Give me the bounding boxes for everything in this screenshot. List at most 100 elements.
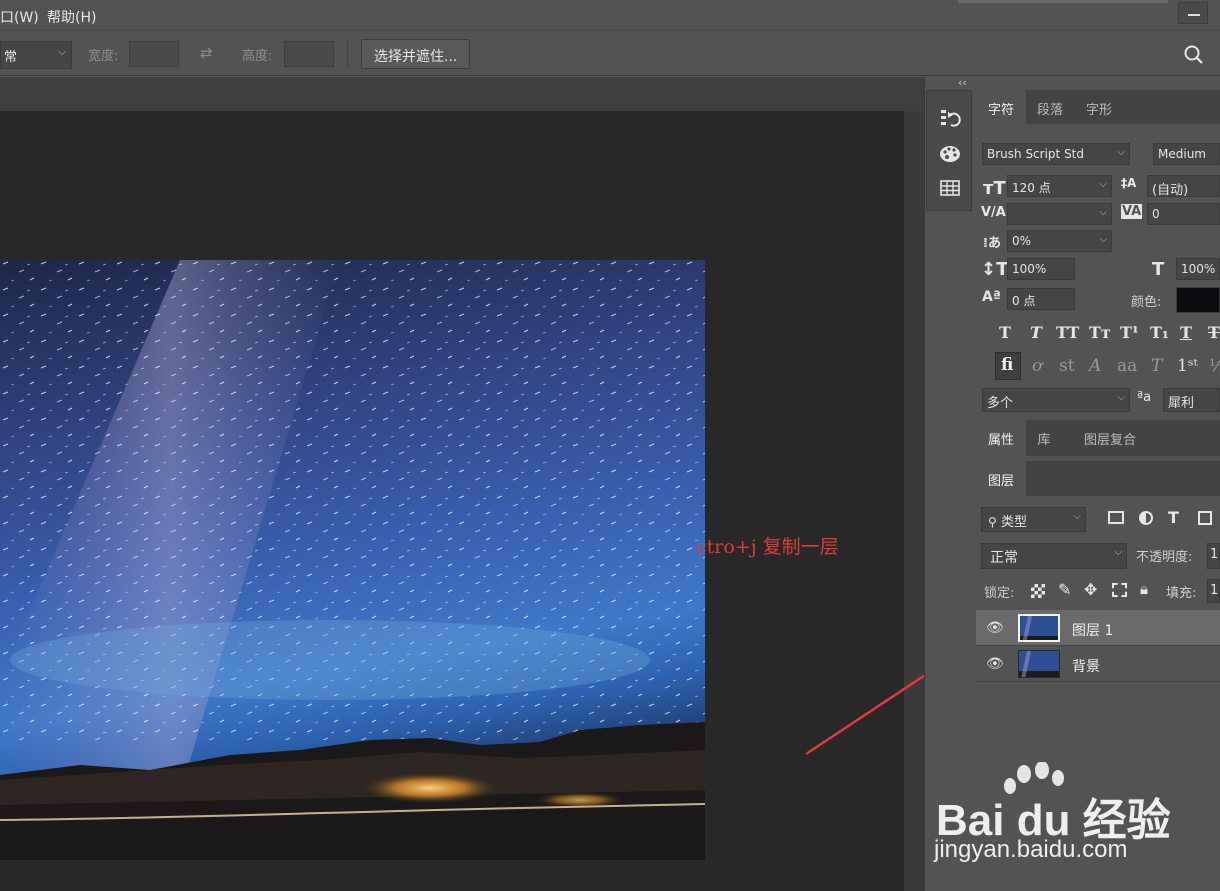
color-label: 颜色: [1131,295,1162,310]
tsume-field[interactable]: 0% ⌵ [1007,230,1112,252]
kerning-field[interactable]: ⌵ [1007,203,1112,225]
menu-help[interactable]: 帮助(H) [47,7,96,27]
lock-image-pixels-icon[interactable]: ✎ [1058,580,1071,599]
opacity-label: 不透明度: [1136,550,1193,565]
tracking-icon: VA [1121,204,1143,219]
baseline-shift-field[interactable]: 0 点 [1007,288,1075,310]
search-icon[interactable] [1184,45,1204,65]
horizontal-scale-value: 100% [1181,262,1216,276]
font-style-select[interactable]: Medium [1153,143,1220,165]
blend-mode-value: 正常 [990,550,1018,566]
style-select[interactable]: 常 ⌵ [0,41,72,69]
layer-row[interactable]: 👁︎ 背景 [976,646,1220,682]
vertical-scale-field[interactable]: 100% [1007,258,1075,280]
lock-artboard-icon[interactable] [1112,583,1127,597]
table-icon[interactable] [939,177,961,199]
discretionary-ligature-icon[interactable]: st [1059,356,1075,376]
tab-layer-comps[interactable]: 图层复合 [1072,420,1148,456]
font-size-value: 120 点 [1012,181,1051,195]
baidu-watermark: Bai du 经验 jingyan.baidu.com [930,761,1171,882]
chevron-down-icon: ⌵ [1114,547,1122,558]
palette-icon[interactable] [939,143,961,165]
superscript-icon[interactable]: T¹ [1120,323,1139,342]
properties-tab-row: 属性 库 图层复合 [976,420,1220,456]
select-and-mask-button[interactable]: 选择并遮住... [361,39,471,69]
tsume-value: 0% [1012,234,1032,248]
small-caps-icon[interactable]: Tᴛ [1089,323,1111,342]
vertical-scale-value: 100% [1012,262,1047,276]
strikethrough-icon[interactable]: T [1208,323,1220,342]
tab-character[interactable]: 字符 [976,90,1026,124]
height-field[interactable] [284,41,334,67]
horizontal-scale-field[interactable]: 100% [1176,258,1220,280]
minimize-button[interactable] [1178,2,1208,24]
watermark-url: jingyan.baidu.com [934,836,1128,863]
color-swatch[interactable] [1176,287,1220,313]
tab-layers[interactable]: 图层 [976,461,1026,497]
type-layer-filter-icon[interactable]: T [1168,508,1179,527]
character-tab-row: 字符 段落 字形 [976,90,1220,124]
tab-properties[interactable]: 属性 [976,420,1026,456]
font-size-field[interactable]: 120 点 ⌵ [1007,175,1112,197]
fractions-icon[interactable]: ½ [1209,356,1220,376]
faux-italic-icon[interactable]: T [1030,323,1042,342]
document-tab-row [0,77,924,111]
horizontal-scale-icon: T [1152,259,1165,280]
stylistic-alternates-icon[interactable]: aa [1117,356,1137,376]
width-field[interactable] [129,41,179,67]
eye-icon[interactable]: 👁︎ [986,620,1004,636]
swap-icon[interactable]: ⇄ [200,44,213,62]
fill-field[interactable]: 10 [1207,579,1220,603]
tab-paragraph[interactable]: 段落 [1026,90,1074,124]
antialias-select[interactable]: 犀利 [1163,388,1220,412]
tab-glyphs[interactable]: 字形 [1074,90,1124,124]
baseline-shift-value: 0 点 [1012,294,1036,308]
old-style-icon[interactable]: ơ [1032,356,1042,376]
search-icon: ⚲ [988,515,997,529]
tracking-field[interactable]: 0 [1147,203,1220,225]
layer-row[interactable]: 👁︎ 图层 1 [976,610,1220,646]
ligature-icon: fi [1001,355,1014,375]
ligature-button[interactable]: fi [995,352,1021,380]
language-select[interactable]: 多个 ⌵ [982,388,1130,412]
lock-all-icon[interactable]: 🔒︎ [1140,580,1148,598]
lock-transparent-pixels-icon[interactable] [1031,584,1045,598]
opacity-field[interactable]: 10 [1207,543,1220,569]
fill-value: 10 [1210,583,1219,598]
faux-bold-icon[interactable]: T [999,323,1011,342]
vertical-scrollbar[interactable] [904,111,924,891]
font-family-select[interactable]: Brush Script Std ⌵ [982,143,1130,165]
titling-icon[interactable]: T [1151,356,1162,376]
antialias-icon: ªa [1137,390,1152,405]
popup-edge [958,0,1168,3]
subscript-icon[interactable]: T₁ [1150,323,1169,342]
layers-tab-row: 图层 [976,461,1220,497]
underline-icon[interactable]: T [1180,323,1192,342]
vertical-scale-icon: ↕T [981,259,1009,280]
collapse-panels-icon[interactable]: ‹‹ [958,76,967,89]
baseline-shift-icon: Aª [982,289,1001,305]
font-size-icon: ᴛT [983,178,1006,199]
history-icon[interactable] [939,107,961,129]
leading-value: (自动) [1152,183,1189,197]
layer-filter-select[interactable]: ⚲ 类型 ⌵ [981,507,1086,532]
chevron-down-icon: ⌵ [1117,147,1125,158]
leading-field[interactable]: (自动) [1147,175,1220,197]
shape-layer-filter-icon[interactable] [1198,511,1212,525]
layer-filter-value: 类型 [1000,515,1027,530]
tab-libraries[interactable]: 库 [1026,420,1062,456]
opacity-value: 10 [1210,547,1219,562]
chevron-down-icon: ⌵ [58,47,66,58]
adjustment-layer-filter-icon[interactable] [1139,511,1153,525]
pixel-layer-filter-icon[interactable] [1108,511,1124,524]
eye-icon[interactable]: 👁︎ [986,656,1004,672]
swash-icon[interactable]: A [1089,356,1101,376]
menu-window[interactable]: 口(W) [0,7,39,27]
language-value: 多个 [987,396,1014,411]
all-caps-icon[interactable]: TT [1056,323,1079,342]
font-style-value: Medium [1158,147,1206,161]
starry-sky-photo[interactable] [0,260,705,860]
blend-mode-select[interactable]: 正常 ⌵ [981,543,1127,569]
lock-position-icon[interactable]: ✥ [1084,580,1097,599]
ordinals-icon[interactable]: 1ˢᵗ [1177,356,1198,376]
